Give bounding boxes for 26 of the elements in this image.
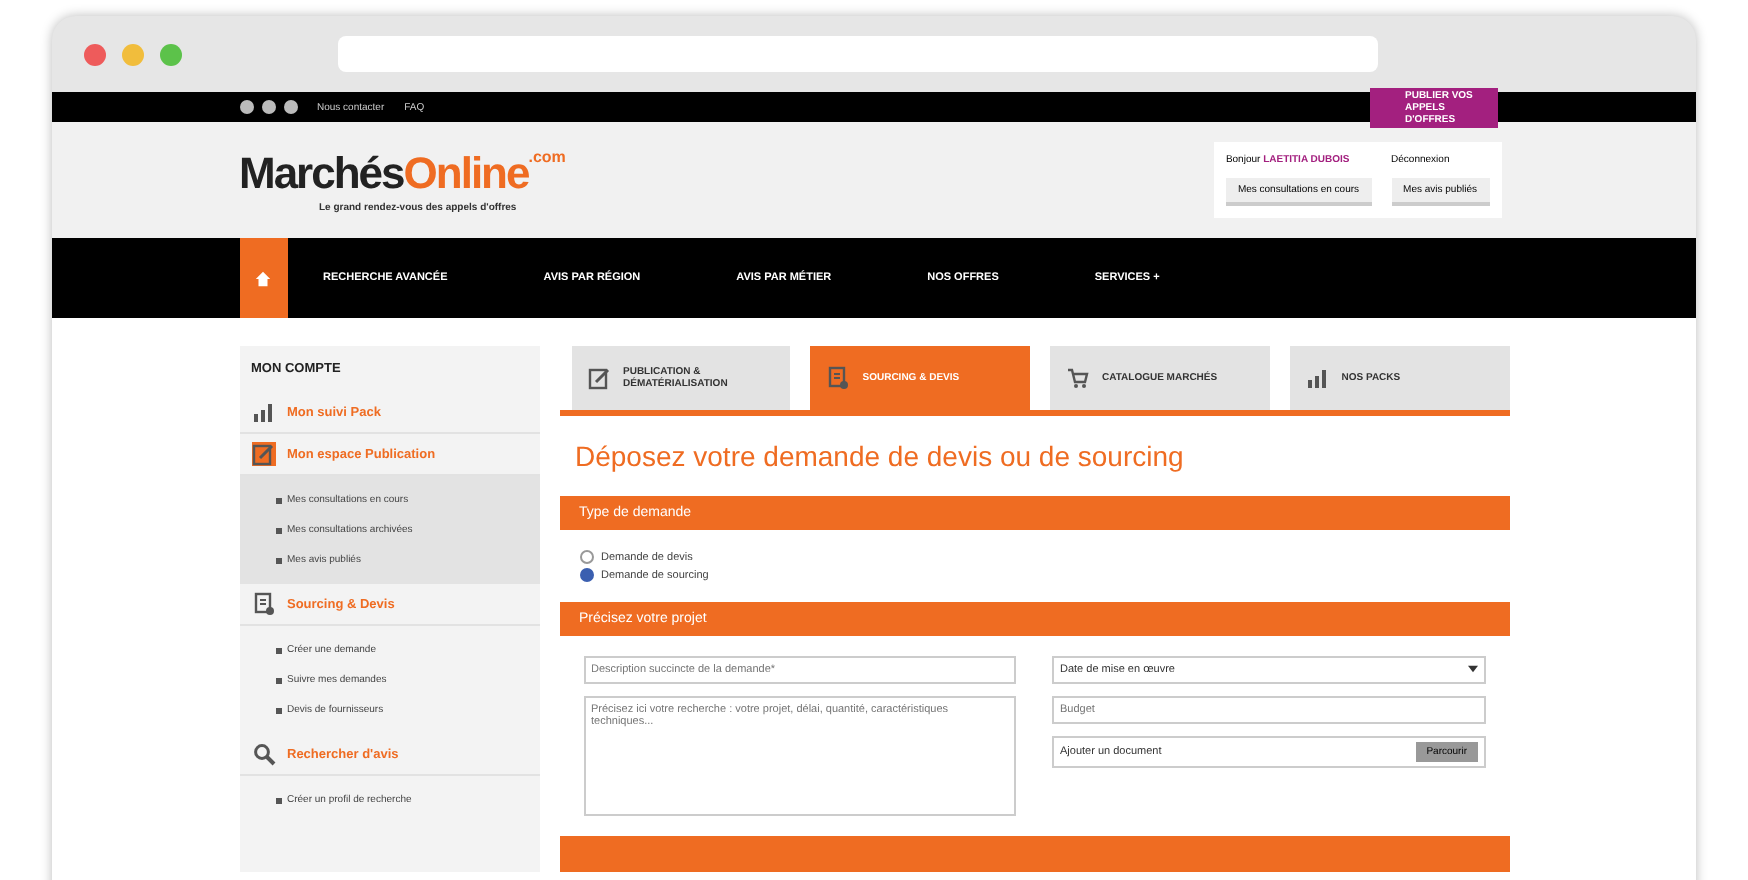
bar-chart-icon bbox=[251, 400, 275, 424]
radio-button[interactable] bbox=[579, 550, 593, 564]
bullet-icon bbox=[275, 527, 281, 533]
minimize-dot[interactable] bbox=[122, 43, 144, 65]
pencil-box-icon bbox=[251, 442, 275, 466]
bullet-icon bbox=[275, 677, 281, 683]
home-button[interactable] bbox=[239, 238, 287, 318]
bullet-icon bbox=[275, 497, 281, 503]
document-icon bbox=[251, 592, 275, 616]
radio-button[interactable] bbox=[579, 568, 593, 582]
logo-text[interactable]: Marchés bbox=[239, 147, 404, 199]
pencil-box-icon bbox=[587, 366, 611, 390]
document-icon bbox=[826, 366, 851, 390]
close-dot[interactable] bbox=[84, 43, 106, 65]
bullet-icon bbox=[275, 797, 281, 803]
cart-icon bbox=[1066, 366, 1090, 390]
bullet-icon bbox=[275, 557, 281, 563]
form-title: Déposez votre demande de devis ou de sourcing bbox=[573, 438, 1186, 476]
bullet-icon bbox=[275, 707, 281, 713]
bar-chart-icon bbox=[1305, 366, 1330, 390]
search-icon bbox=[251, 742, 275, 766]
logo-suffix: .com bbox=[528, 147, 566, 165]
home-icon bbox=[254, 269, 272, 287]
dropdown-arrow-icon bbox=[1467, 664, 1477, 674]
maximize-dot[interactable] bbox=[160, 43, 182, 65]
bullet-icon bbox=[275, 647, 281, 653]
